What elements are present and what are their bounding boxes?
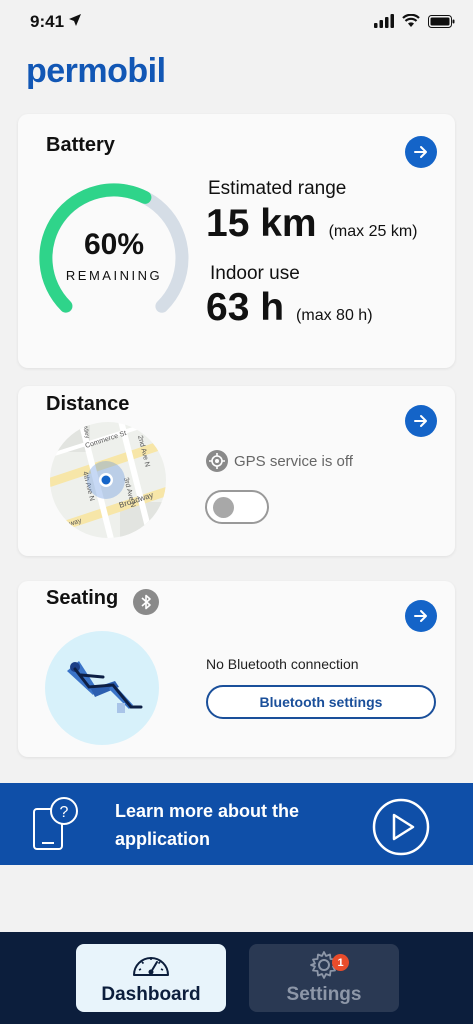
settings-notification-badge: 1 <box>332 954 349 971</box>
toggle-knob <box>213 497 234 518</box>
speedometer-icon <box>133 957 169 976</box>
permobil-logo: permobil <box>26 52 166 90</box>
play-icon[interactable] <box>372 798 430 856</box>
seating-illustration <box>45 631 159 745</box>
battery-title: Battery <box>46 134 115 156</box>
wifi-icon <box>402 14 420 27</box>
battery-detail-button[interactable] <box>405 136 437 168</box>
range-max: (max 25 km) <box>328 223 418 240</box>
seating-detail-button[interactable] <box>405 600 437 632</box>
map-preview[interactable]: Commerce St 2nd Ave N 4th Ave N Broadway… <box>50 422 166 538</box>
learn-more-text: Learn more about the application <box>115 801 300 849</box>
phone-help-icon: ? <box>33 797 78 850</box>
tab-dashboard[interactable]: Dashboard <box>76 944 226 1012</box>
battery-remaining-label: REMAINING <box>65 268 163 283</box>
gps-status-row: GPS service is off <box>206 450 353 472</box>
indoor-value: 63 h <box>206 286 285 329</box>
indoor-max: (max 80 h) <box>296 307 373 324</box>
svg-text:?: ? <box>60 804 69 821</box>
wheelchair-seat-icon <box>67 661 143 713</box>
status-icons <box>374 14 455 28</box>
indoor-use-label: Indoor use <box>210 263 300 284</box>
battery-status-icon <box>428 14 455 28</box>
bottom-navigation: Dashboard 1 Settings <box>0 932 473 1024</box>
gps-toggle[interactable] <box>205 490 269 524</box>
seating-card[interactable]: Seating No Bluetooth connection Bluetoot… <box>18 581 455 757</box>
distance-title: Distance <box>46 393 130 415</box>
gps-icon <box>206 450 228 472</box>
status-time: 9:41 <box>30 12 65 31</box>
seating-title: Seating <box>46 587 119 609</box>
learn-more-banner[interactable]: ? Learn more about the application <box>0 783 473 865</box>
battery-percent: 60% <box>83 228 145 261</box>
battery-card[interactable]: Battery 60% REMAINING Estimated range 15… <box>18 114 455 368</box>
range-value: 15 km <box>206 202 317 245</box>
arrow-right-icon <box>414 146 427 158</box>
estimated-range-label: Estimated range <box>208 178 347 199</box>
distance-detail-button[interactable] <box>405 405 437 437</box>
arrow-right-icon <box>414 610 427 622</box>
distance-card[interactable]: Distance Commerce St 2nd Ave N 4th Ave N… <box>18 386 455 556</box>
tab-settings-label: Settings <box>286 984 362 1005</box>
bluetooth-status-text: No Bluetooth connection <box>206 656 359 672</box>
map-image: Commerce St 2nd Ave N 4th Ave N Broadway… <box>50 422 166 538</box>
bluetooth-icon <box>141 594 151 610</box>
gps-status-text: GPS service is off <box>234 452 353 470</box>
tab-settings[interactable]: 1 Settings <box>249 944 399 1012</box>
bluetooth-settings-button[interactable]: Bluetooth settings <box>206 685 436 719</box>
bluetooth-badge <box>133 589 159 615</box>
location-arrow-icon <box>69 14 81 26</box>
arrow-right-icon <box>414 415 427 427</box>
cellular-signal-icon <box>374 14 394 28</box>
status-bar: 9:41 <box>0 0 473 46</box>
tab-dashboard-label: Dashboard <box>101 984 201 1005</box>
